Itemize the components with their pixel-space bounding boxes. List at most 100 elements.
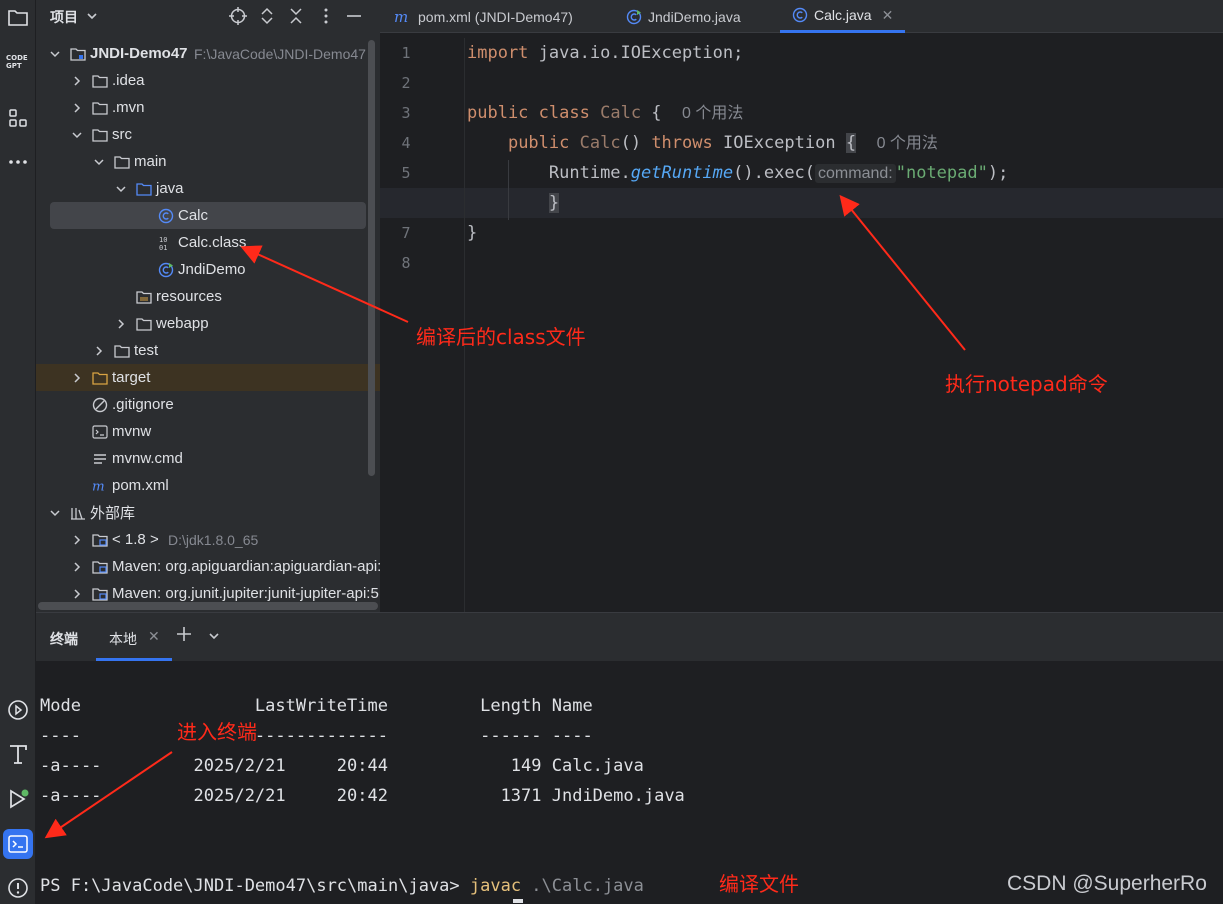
constructor-token: Calc	[579, 133, 621, 153]
annotation-compile-file: 编译文件	[719, 872, 799, 896]
tree-item-external-libraries[interactable]: 外部库	[36, 499, 380, 526]
tree-item-label: < 1.8 >	[112, 531, 159, 548]
tree-item-mvnw-cmd[interactable]: mvnw.cmd	[36, 445, 380, 472]
usages-hint[interactable]: 0 个用法	[877, 135, 938, 152]
code-line: import java.io.IOException;	[467, 38, 743, 68]
tree-item-maven-apiguardian[interactable]: Maven: org.apiguardian:apiguardian-api:1	[36, 553, 380, 580]
line-number: 5	[401, 164, 411, 182]
project-vertical-scrollbar[interactable]	[368, 40, 375, 476]
code-token: IOException	[722, 133, 836, 153]
structure-icon[interactable]	[3, 103, 33, 133]
tab-pom-xml[interactable]: m pom.xml (JNDI-Demo47)	[394, 0, 573, 33]
text-file-icon	[92, 451, 108, 467]
folder-icon	[92, 73, 108, 89]
tab-calc-java[interactable]: Calc.java ✕	[780, 0, 906, 33]
resources-folder-icon	[136, 289, 152, 305]
terminal-tool-icon[interactable]	[3, 829, 33, 859]
annotation-enter-terminal: 进入终端	[177, 720, 257, 744]
tree-item-jdk[interactable]: < 1.8 > D:\jdk1.8.0_65	[36, 526, 380, 553]
jdk-folder-icon	[92, 532, 108, 548]
tree-item-main[interactable]: main	[36, 148, 380, 175]
chevron-right-icon[interactable]	[70, 587, 84, 601]
parameter-inlay-hint: command:	[815, 164, 896, 183]
chevron-down-icon[interactable]	[114, 182, 128, 196]
terminal-tab-label: 本地	[109, 631, 137, 647]
codegpt-icon[interactable]: CODE GPT	[3, 46, 33, 76]
chevron-right-icon[interactable]	[70, 533, 84, 547]
activity-bar: CODE GPT	[0, 0, 36, 904]
tree-item-src[interactable]: src	[36, 121, 380, 148]
tree-item-java[interactable]: java	[36, 175, 380, 202]
annotation-class-file: 编译后的class文件	[416, 325, 586, 349]
tree-item-pom[interactable]: m pom.xml	[36, 472, 380, 499]
tree-item-mvn[interactable]: .mvn	[36, 94, 380, 121]
hide-panel-icon[interactable]	[344, 6, 364, 26]
ignore-file-icon	[92, 397, 108, 413]
string-token: "notepad"	[895, 163, 988, 183]
options-icon[interactable]	[316, 6, 336, 26]
chevron-right-icon[interactable]	[70, 560, 84, 574]
tree-item-label: target	[112, 369, 151, 386]
tree-item-label: src	[112, 126, 132, 143]
chevron-down-icon[interactable]	[48, 47, 62, 61]
tree-item-label: .idea	[112, 72, 145, 89]
terminal-argument: .\Calc.java	[521, 876, 644, 896]
line-number: 7	[401, 224, 411, 242]
project-panel-title[interactable]: 项目	[50, 7, 78, 27]
tree-item-jndidemo[interactable]: JndiDemo	[36, 256, 380, 283]
tree-item-webapp[interactable]: webapp	[36, 310, 380, 337]
close-icon[interactable]: ✕	[148, 628, 160, 645]
new-terminal-icon[interactable]	[176, 625, 192, 648]
chevron-down-icon[interactable]	[48, 506, 62, 520]
chevron-right-icon[interactable]	[70, 101, 84, 115]
tree-item-label: Maven: org.apiguardian:apiguardian-api:1	[112, 558, 380, 575]
close-icon[interactable]: ✕	[882, 7, 894, 24]
tree-item-label: .mvn	[112, 99, 145, 116]
chevron-down-icon[interactable]	[92, 155, 106, 169]
runnable-class-icon	[158, 262, 174, 278]
tree-item-mvnw[interactable]: mvnw	[36, 418, 380, 445]
chevron-down-icon[interactable]	[86, 9, 98, 26]
svg-text:CODE: CODE	[6, 54, 28, 62]
runnable-class-icon	[626, 9, 642, 25]
build-icon[interactable]	[3, 739, 33, 769]
project-tool-icon[interactable]	[3, 2, 33, 32]
folder-icon	[114, 154, 130, 170]
tree-item-label: JNDI-Demo47	[90, 45, 188, 62]
tree-item-resources[interactable]: resources	[36, 283, 380, 310]
tree-item-calc-class[interactable]: 10 01 Calc.class	[36, 229, 380, 256]
tree-item-idea[interactable]: .idea	[36, 67, 380, 94]
tree-item-test[interactable]: test	[36, 337, 380, 364]
chevron-right-icon[interactable]	[92, 344, 106, 358]
tree-item-target[interactable]: target	[36, 364, 380, 391]
usages-hint[interactable]: 0 个用法	[682, 105, 743, 122]
keyword-token: public	[467, 103, 529, 123]
collapse-all-icon[interactable]	[286, 6, 306, 26]
tab-jndidemo-java[interactable]: JndiDemo.java	[626, 0, 741, 33]
code-token: }	[467, 223, 478, 243]
code-token: ().exec(	[733, 163, 816, 183]
terminal-prompt: PS F:\JavaCode\JNDI-Demo47\src\main\java…	[40, 876, 470, 896]
project-horizontal-scrollbar[interactable]	[38, 602, 378, 610]
problems-icon[interactable]	[3, 873, 33, 903]
tree-item-calc[interactable]: Calc	[50, 202, 366, 229]
tree-item-project-root[interactable]: JNDI-Demo47 F:\JavaCode\JNDI-Demo47	[36, 40, 380, 67]
tree-item-label: Calc.class	[178, 234, 247, 251]
chevron-down-icon[interactable]	[208, 629, 220, 646]
svg-text:GPT: GPT	[6, 62, 22, 70]
svg-text:01: 01	[159, 244, 167, 251]
tree-item-label: Calc	[178, 207, 209, 224]
chevron-right-icon[interactable]	[114, 317, 128, 331]
services-icon[interactable]	[3, 695, 33, 725]
chevron-right-icon[interactable]	[70, 74, 84, 88]
tree-item-gitignore[interactable]: .gitignore	[36, 391, 380, 418]
chevron-right-icon[interactable]	[70, 371, 84, 385]
terminal-prompt-line[interactable]: PS F:\JavaCode\JNDI-Demo47\src\main\java…	[40, 871, 644, 901]
expand-all-icon[interactable]	[257, 6, 277, 26]
run-icon[interactable]	[3, 784, 33, 814]
more-tools-icon[interactable]	[3, 147, 33, 177]
tab-local-terminal[interactable]: 本地 ✕	[96, 613, 172, 661]
shell-script-icon	[92, 424, 108, 440]
locate-icon[interactable]	[228, 6, 248, 26]
chevron-down-icon[interactable]	[70, 128, 84, 142]
